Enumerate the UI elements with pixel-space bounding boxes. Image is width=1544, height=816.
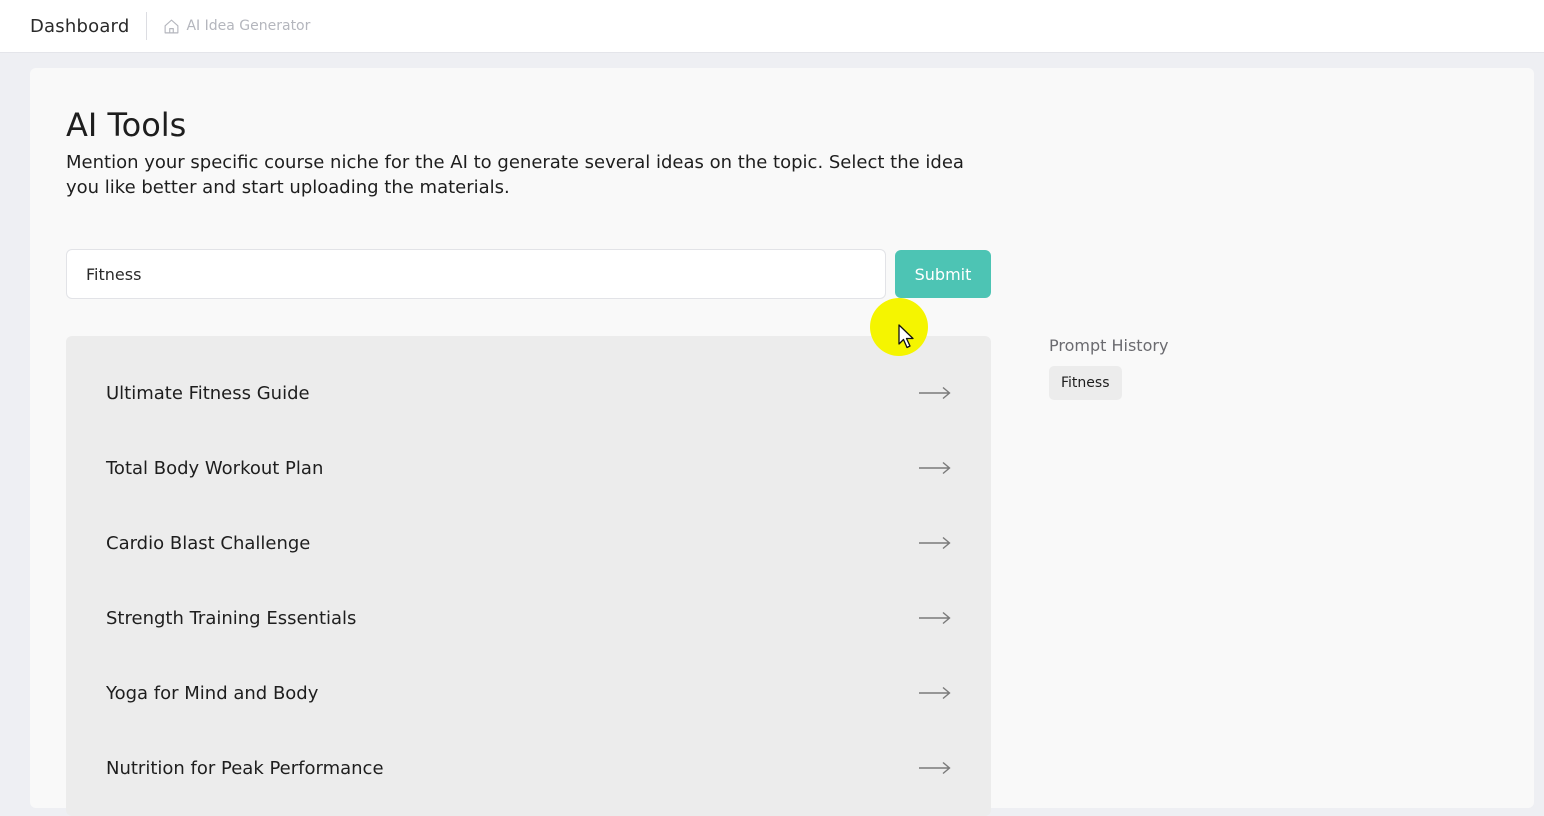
idea-label: Total Body Workout Plan — [106, 457, 324, 479]
idea-label: Cardio Blast Challenge — [106, 532, 311, 554]
ai-tools-card: AI Tools Mention your specific course ni… — [30, 68, 1534, 816]
prompt-history-title: Prompt History — [1049, 336, 1169, 355]
idea-label: Yoga for Mind and Body — [106, 682, 319, 704]
arrow-right-icon — [919, 761, 951, 775]
arrow-right-icon — [919, 611, 951, 625]
prompt-history: Prompt History Fitness — [1049, 336, 1168, 400]
arrow-right-icon — [919, 461, 951, 475]
niche-input[interactable] — [66, 249, 886, 299]
submit-button[interactable]: Submit — [895, 250, 991, 298]
dashboard-title[interactable]: Dashboard — [30, 16, 129, 37]
idea-label: Strength Training Essentials — [106, 607, 357, 629]
idea-label: Ultimate Fitness Guide — [106, 382, 310, 404]
arrow-right-icon — [919, 686, 951, 700]
arrow-right-icon — [919, 536, 951, 550]
list-item[interactable]: Strength Training Essentials — [66, 588, 991, 648]
breadcrumb[interactable]: AI Idea Generator — [163, 18, 310, 35]
list-item[interactable]: Nutrition for Peak Performance — [66, 738, 991, 798]
header-divider — [146, 12, 148, 40]
top-bar: Dashboard AI Idea Generator — [0, 0, 1544, 53]
breadcrumb-label: AI Idea Generator — [186, 18, 311, 34]
page-title: AI Tools — [66, 106, 187, 144]
list-item[interactable]: Total Body Workout Plan — [66, 438, 991, 498]
home-icon — [165, 19, 179, 33]
page-description: Mention your specific course niche for t… — [66, 152, 964, 198]
list-item[interactable]: Cardio Blast Challenge — [66, 513, 991, 573]
mouse-pointer-icon — [898, 324, 914, 349]
list-item[interactable]: Yoga for Mind and Body — [66, 663, 991, 723]
arrow-right-icon — [919, 386, 951, 400]
ideas-list: Ultimate Fitness Guide Total Body Workou… — [66, 336, 991, 816]
list-item[interactable]: Ultimate Fitness Guide — [66, 363, 991, 423]
idea-label: Nutrition for Peak Performance — [106, 757, 384, 779]
history-chip[interactable]: Fitness — [1049, 366, 1122, 400]
